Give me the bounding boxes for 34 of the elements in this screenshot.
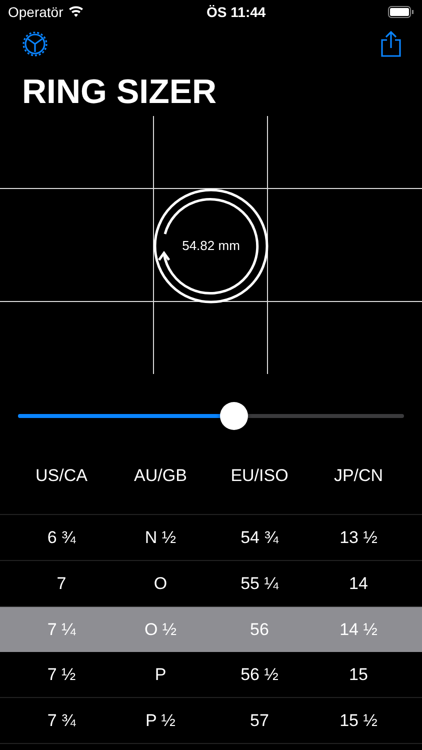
column-header: AU/GB xyxy=(134,466,187,486)
table-cell: 13 ½ xyxy=(340,528,378,548)
app-title: RING SIZER xyxy=(22,72,218,113)
table-cell: 56 ½ xyxy=(240,664,278,684)
table-cell: 15 ½ xyxy=(340,710,378,730)
selected-size-row[interactable]: 7 ¼ O ½ 56 14 ½ xyxy=(0,607,422,652)
carrier-name: Operatör xyxy=(8,4,64,20)
table-cell: 14 xyxy=(349,574,368,594)
table-cell: 15 xyxy=(349,664,368,684)
table-cell: 7 ¼ xyxy=(47,620,76,640)
clock-time: ÖS 11:44 xyxy=(206,4,266,20)
slider-thumb[interactable] xyxy=(220,402,248,430)
table-cell: 57 xyxy=(250,710,269,730)
ring-diameter: 54.82 mm xyxy=(182,238,240,254)
settings-icon[interactable] xyxy=(22,31,48,57)
table-cell: O ½ xyxy=(144,620,177,640)
column-header: EU/ISO xyxy=(230,466,288,486)
table-cell: 6 ¾ xyxy=(47,528,76,548)
table-cell: P xyxy=(154,664,166,684)
table-cell: P ½ xyxy=(146,710,176,730)
share-icon[interactable] xyxy=(380,30,402,58)
table-cell: O xyxy=(154,574,168,594)
wifi-icon xyxy=(68,6,84,18)
table-cell: 56 xyxy=(250,620,269,640)
table-cell: N ½ xyxy=(144,528,176,548)
table-cell: 14 ½ xyxy=(340,620,378,640)
table-cell: 7 xyxy=(56,574,66,594)
table-cell: 54 ¾ xyxy=(240,528,278,548)
column-header: JP/CN xyxy=(334,466,384,486)
table-cell: 55 ¼ xyxy=(240,574,278,594)
table-cell: 7 ½ xyxy=(47,664,76,684)
column-header: US/CA xyxy=(36,466,88,486)
table-cell: 7 ¾ xyxy=(47,710,76,730)
battery-icon xyxy=(388,6,414,18)
